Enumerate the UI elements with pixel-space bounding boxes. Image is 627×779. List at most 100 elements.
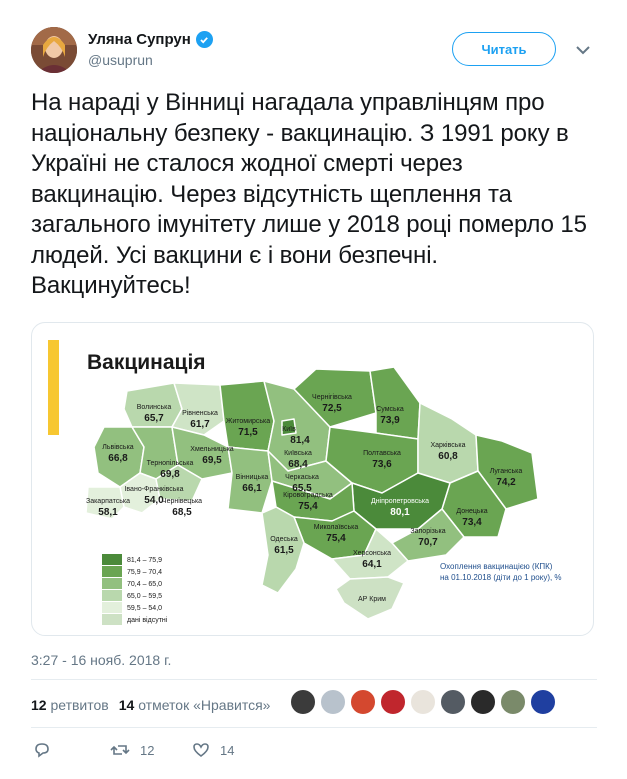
legend-label: 81,4 – 75,9	[127, 557, 162, 564]
region-value: 64,1	[362, 559, 382, 570]
region-label: Кіровоградська	[283, 491, 333, 499]
legend-label: 59,5 – 54,0	[127, 605, 162, 612]
region-value: 73,9	[380, 415, 400, 426]
liker-avatar[interactable]	[530, 689, 556, 715]
vaccination-map: Вакцинація Волинська 65,7 Рівненська 61,…	[48, 340, 562, 625]
region-label: АР Крим	[358, 596, 386, 603]
map-caption-line2: на 01.10.2018 (діти до 1 року), %	[440, 573, 562, 582]
region-value: 69,8	[160, 469, 180, 480]
legend-swatch	[102, 614, 122, 625]
user-name-text[interactable]: Уляна Супрун	[88, 31, 191, 48]
legend-swatch	[102, 590, 122, 601]
region-label: Київська	[284, 450, 312, 457]
region-value: 60,8	[438, 451, 458, 462]
legend-swatch	[102, 554, 122, 565]
divider	[31, 727, 597, 728]
retweet-button[interactable]: 12	[110, 741, 154, 759]
region-label: Черкаська	[285, 474, 319, 481]
region-value: 61,7	[190, 419, 210, 430]
region-label: Дніпропетровська	[371, 497, 429, 505]
region-value: 70,7	[418, 537, 438, 548]
map-title: Вакцинація	[87, 351, 206, 374]
chevron-down-icon[interactable]	[573, 40, 593, 60]
reply-button[interactable]	[33, 741, 61, 759]
liker-avatar[interactable]	[380, 689, 406, 715]
liker-avatar[interactable]	[290, 689, 316, 715]
region-label: Львівська	[102, 443, 134, 451]
region-label: Донецька	[456, 508, 487, 515]
map-caption-line1: Охоплення вакцинацією (КПК)	[440, 562, 553, 571]
region-value: 80,1	[390, 507, 410, 518]
liker-avatar[interactable]	[410, 689, 436, 715]
region-label: Миколаївська	[314, 524, 359, 531]
region-label: Вінницька	[236, 473, 269, 481]
region-label: Херсонська	[353, 550, 391, 557]
verified-badge-icon	[195, 31, 213, 48]
retweet-icon	[110, 745, 130, 755]
region-label: Чернігівська	[312, 393, 352, 401]
region-value: 58,1	[98, 507, 118, 518]
legend-swatch	[102, 578, 122, 589]
avatar[interactable]	[31, 27, 77, 73]
region-value: 65,7	[144, 413, 164, 424]
region-value: 81,4	[290, 435, 310, 446]
legend-swatch	[102, 566, 122, 577]
likes-stat[interactable]: 14 отметок «Нравится»	[119, 697, 271, 713]
region-label: Полтавська	[363, 450, 401, 457]
liker-avatar[interactable]	[320, 689, 346, 715]
follow-button[interactable]: Читать	[452, 32, 556, 66]
region-value: 75,4	[298, 501, 318, 512]
tweet-media-card[interactable]: Вакцинація Волинська 65,7 Рівненська 61,…	[31, 322, 594, 636]
liker-avatars	[290, 689, 556, 715]
retweet-count: 12	[140, 742, 155, 758]
tweet-text: На нараді у Вінниці нагадала управлінцям…	[31, 89, 587, 299]
region-value: 61,5	[274, 545, 294, 556]
region-value: 75,4	[326, 533, 346, 544]
region-value: 73,4	[462, 517, 482, 528]
divider	[31, 679, 597, 680]
region-label: Чернівецька	[162, 497, 202, 505]
retweets-stat[interactable]: 12 ретвитов	[31, 697, 109, 713]
region-value: 72,5	[322, 403, 342, 414]
region-value: 66,8	[108, 453, 128, 464]
region-label: Сумська	[376, 406, 404, 413]
like-count: 14	[220, 742, 235, 758]
legend-label: 65,0 – 59,5	[127, 593, 162, 600]
region-label: Закарпатська	[86, 498, 130, 505]
legend-label: дані відсутні	[127, 616, 168, 624]
region-label: Житомирська	[226, 418, 270, 425]
map-legend: 81,4 – 75,9 75,9 – 70,4 70,4 – 65,0 65,0…	[102, 554, 168, 625]
legend-label: 70,4 – 65,0	[127, 581, 162, 588]
region-label: Хмельницька	[190, 446, 234, 453]
tweet-timestamp[interactable]: 3:27 - 16 нояб. 2018 г.	[31, 652, 171, 668]
region-value: 66,1	[242, 483, 262, 494]
liker-avatar[interactable]	[500, 689, 526, 715]
legend-swatch	[102, 602, 122, 613]
region-label: Харківська	[431, 441, 466, 449]
like-button[interactable]: 14	[192, 741, 234, 759]
reply-icon	[35, 743, 49, 758]
region-value: 68,4	[288, 459, 308, 470]
liker-avatar[interactable]	[440, 689, 466, 715]
region-value: 69,5	[202, 455, 222, 466]
region-label: Івано-Франківська	[124, 485, 183, 493]
region-label: Луганська	[490, 468, 523, 475]
region-label: Київ	[282, 426, 296, 433]
region-label: Рівненська	[182, 409, 218, 417]
heart-icon	[193, 743, 209, 757]
user-name[interactable]: Уляна Супрун	[88, 31, 213, 48]
legend-label: 75,9 – 70,4	[127, 569, 162, 576]
region-label: Тернопільська	[147, 459, 194, 467]
region-label: Запорізька	[410, 527, 445, 535]
liker-avatar[interactable]	[350, 689, 376, 715]
region-label: Волинська	[137, 404, 172, 411]
region-value: 71,5	[238, 427, 258, 438]
region-label: Одеська	[270, 536, 298, 543]
region-value: 68,5	[172, 507, 192, 518]
tweet-stats: 12 ретвитов 14 отметок «Нравится»	[31, 697, 270, 713]
region-sumska	[369, 366, 421, 440]
region-value: 74,2	[496, 477, 516, 488]
liker-avatar[interactable]	[470, 689, 496, 715]
user-handle[interactable]: @usuprun	[88, 52, 153, 68]
region-value: 73,6	[372, 459, 392, 470]
